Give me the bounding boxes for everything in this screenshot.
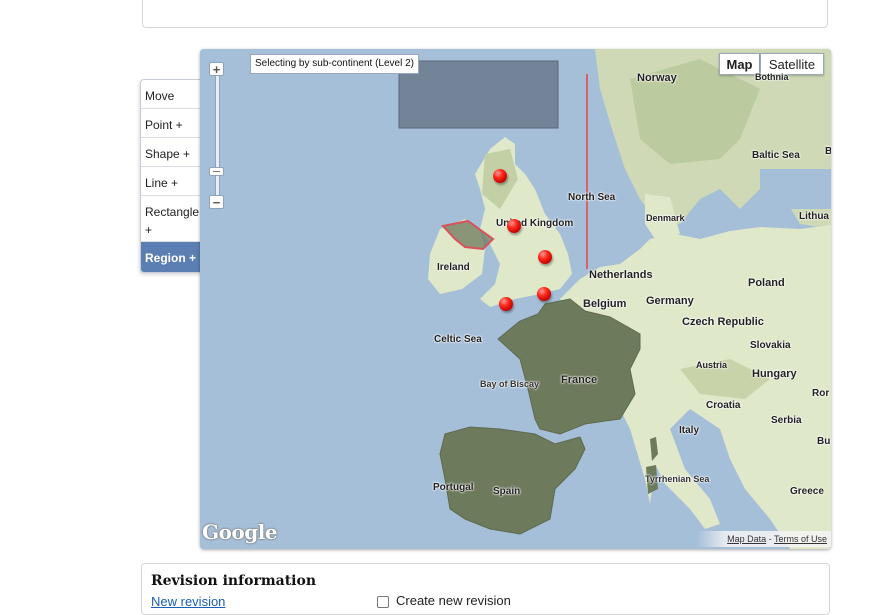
label-italy: Italy (679, 425, 700, 436)
zoom-in-button[interactable]: + (209, 62, 224, 76)
map-data-link[interactable]: Map Data (727, 534, 766, 544)
zoom-out-button[interactable]: − (209, 195, 224, 209)
label-greece: Greece (790, 486, 824, 497)
label-poland: Poland (748, 277, 785, 289)
google-logo: Google (202, 520, 278, 544)
label-baltic-sea: Baltic Sea (752, 150, 800, 161)
label-united-kingdom: United Kingdom (496, 218, 574, 229)
label-hungary: Hungary (752, 368, 797, 380)
map-marker[interactable] (499, 297, 513, 311)
label-norway: Norway (637, 72, 677, 84)
label-bu-edge: Bu (817, 436, 831, 447)
label-serbia: Serbia (771, 415, 802, 426)
plus-icon: + (212, 62, 221, 77)
drawing-toolbar: Move Point + Shape + Line + Rectangle + … (140, 79, 202, 273)
label-croatia: Croatia (706, 400, 741, 411)
tool-move[interactable]: Move (141, 80, 202, 109)
revision-information-panel: Revision information New revision Create… (141, 563, 830, 615)
top-panel (142, 0, 828, 28)
label-lithuania: Lithua (799, 211, 829, 222)
map-marker[interactable] (493, 169, 507, 183)
terms-of-use-link[interactable]: Terms of Use (774, 534, 827, 544)
label-portugal: Portugal (433, 482, 474, 493)
map-marker[interactable] (537, 287, 551, 301)
map-base-layer (200, 49, 831, 549)
label-celtic-sea: Celtic Sea (434, 334, 482, 345)
zoom-slider-handle[interactable] (209, 167, 224, 176)
label-belgium: Belgium (583, 298, 627, 310)
tool-shape[interactable]: Shape + (141, 138, 202, 167)
label-slovakia: Slovakia (750, 340, 791, 351)
map-canvas[interactable]: Selecting by sub-continent (Level 2) + −… (200, 49, 831, 549)
label-czech-republic: Czech Republic (682, 316, 764, 328)
map-marker[interactable] (507, 219, 521, 233)
new-revision-link[interactable]: New revision (151, 594, 225, 609)
zoom-slider-track[interactable] (215, 71, 220, 203)
minus-icon: − (212, 195, 221, 210)
label-tyrrhenian-sea: Tyrrhenian Sea (645, 474, 710, 484)
label-netherlands: Netherlands (589, 269, 653, 281)
tool-line[interactable]: Line + (141, 167, 202, 196)
map-type-map-button[interactable]: Map (719, 53, 760, 75)
revision-title: Revision information (151, 573, 317, 589)
label-bothnia: Bothnia (755, 72, 789, 82)
label-north-sea: North Sea (568, 192, 616, 203)
selection-rectangle (398, 60, 559, 129)
create-revision-checkbox[interactable] (377, 596, 389, 608)
map-attribution: Map Data - Terms of Use (697, 531, 831, 547)
tool-region[interactable]: Region + (141, 242, 202, 272)
selection-mode-label: Selecting by sub-continent (Level 2) (250, 54, 419, 74)
attribution-separator: - (768, 534, 772, 544)
label-ireland: Ireland (437, 262, 470, 273)
label-b-edge: B (825, 146, 831, 157)
label-denmark: Denmark (646, 213, 685, 223)
label-spain: Spain (493, 486, 521, 497)
map-marker[interactable] (538, 250, 552, 264)
label-ro-edge: Ror (812, 388, 830, 399)
tool-point[interactable]: Point + (141, 109, 202, 138)
tool-rectangle[interactable]: Rectangle + (141, 196, 202, 242)
create-revision-label: Create new revision (396, 593, 511, 608)
label-france: France (561, 374, 598, 386)
label-germany: Germany (646, 295, 694, 307)
label-austria: Austria (696, 360, 728, 370)
label-bay-of-biscay: Bay of Biscay (480, 379, 540, 389)
